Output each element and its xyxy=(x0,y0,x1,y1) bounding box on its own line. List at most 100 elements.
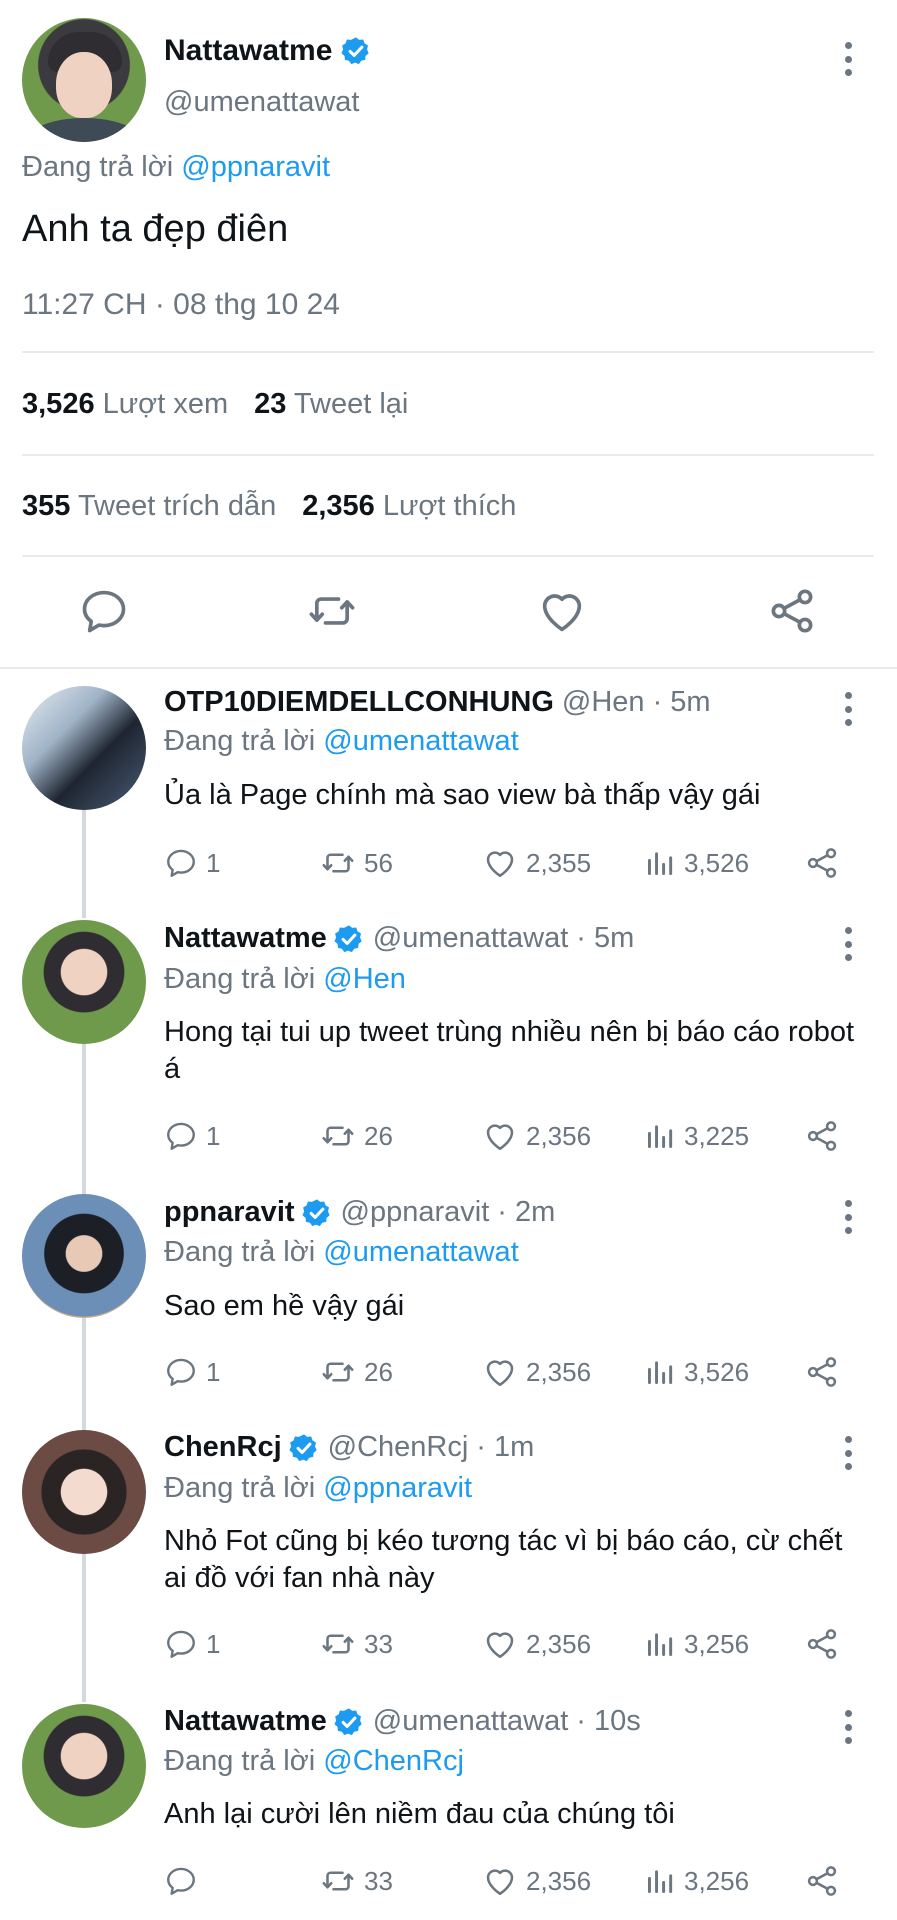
avatar[interactable] xyxy=(22,1194,146,1318)
retweet-button[interactable]: 33 xyxy=(320,1861,393,1901)
reply-button[interactable]: 1 xyxy=(164,1624,220,1664)
views-icon xyxy=(644,1865,676,1897)
reply-to-link[interactable]: @ChenRcj xyxy=(323,1745,464,1777)
retweet-icon xyxy=(320,1863,356,1899)
reply-prefix: Đang trả lời xyxy=(164,1472,316,1504)
reply-button[interactable]: 1 xyxy=(164,843,220,883)
reply-prefix: Đang trả lời xyxy=(22,151,174,183)
reply-prefix: Đang trả lời xyxy=(164,1236,316,1268)
retweet-button[interactable]: 26 xyxy=(320,1352,393,1392)
quotes-stat[interactable]: 355 Tweet trích dẫn xyxy=(22,490,276,522)
retweet-button[interactable]: 56 xyxy=(320,843,393,883)
like-icon xyxy=(482,1118,518,1154)
reply-icon xyxy=(164,1355,198,1389)
like-button[interactable]: 2,356 xyxy=(482,1116,591,1156)
views-icon xyxy=(644,1356,676,1388)
more-options-icon[interactable] xyxy=(842,1710,854,1744)
tweet-timestamp[interactable]: 11:27 CH · 08 thg 10 24 xyxy=(22,288,340,322)
reply-to-link[interactable]: @Hen xyxy=(323,963,406,995)
views-button[interactable]: 3,256 xyxy=(644,1624,749,1664)
stats-row-2: 355 Tweet trích dẫn 2,356 Lượt thích xyxy=(22,490,516,523)
views-icon xyxy=(644,1628,676,1660)
reply-icon[interactable] xyxy=(78,585,130,637)
author-handle[interactable]: @ChenRcj xyxy=(328,1431,469,1464)
like-icon xyxy=(482,1863,518,1899)
like-icon[interactable] xyxy=(536,585,588,637)
author-name[interactable]: Nattawatme xyxy=(164,922,327,955)
share-button[interactable] xyxy=(804,1116,840,1156)
reply-header: ChenRcj @ChenRcj · 1m xyxy=(164,1431,534,1464)
retweet-icon xyxy=(320,1626,356,1662)
like-icon xyxy=(482,1626,518,1662)
more-options-icon[interactable] xyxy=(842,692,854,726)
retweet-button[interactable]: 33 xyxy=(320,1624,393,1664)
share-icon[interactable] xyxy=(766,585,818,637)
views-button[interactable]: 3,526 xyxy=(644,843,749,883)
reply-header: OTP10DIEMDELLCONHUNG @Hen · 5m xyxy=(164,686,711,719)
like-button[interactable]: 2,355 xyxy=(482,843,591,883)
like-button[interactable]: 2,356 xyxy=(482,1624,591,1664)
like-count: 2,356 xyxy=(526,1120,592,1151)
view-count: 3,526 xyxy=(684,1356,750,1387)
more-options-icon[interactable] xyxy=(842,1200,854,1234)
views-button[interactable]: 3,526 xyxy=(644,1352,749,1392)
reply-action-bar: 1 26 2,356 3,526 xyxy=(164,1352,874,1392)
more-options-icon[interactable] xyxy=(842,42,854,76)
view-count: 3,256 xyxy=(684,1865,750,1896)
view-count: 3,256 xyxy=(684,1628,750,1659)
reply-header: Nattawatme @umenattawat · 5m xyxy=(164,922,634,955)
more-options-icon[interactable] xyxy=(842,927,854,961)
reply-to-link[interactable]: @umenattawat xyxy=(323,1236,518,1268)
author-handle[interactable]: @ppnaravit xyxy=(341,1196,490,1229)
replying-to: Đang trả lời @umenattawat xyxy=(164,725,519,758)
share-button[interactable] xyxy=(804,1352,840,1392)
more-options-icon[interactable] xyxy=(842,1436,854,1470)
author-name[interactable]: Nattawatme xyxy=(164,1705,327,1738)
share-button[interactable] xyxy=(804,1861,840,1901)
reply-button[interactable] xyxy=(164,1861,206,1901)
retweet-button[interactable]: 26 xyxy=(320,1116,393,1156)
main-tweet: Nattawatme @umenattawat Đang trả lời @pp… xyxy=(0,0,897,668)
reply-action-bar: 1 33 2,356 3,256 xyxy=(164,1624,874,1664)
avatar[interactable] xyxy=(22,18,146,142)
views-button[interactable]: 3,225 xyxy=(644,1116,749,1156)
reply-button[interactable]: 1 xyxy=(164,1116,220,1156)
avatar[interactable] xyxy=(22,920,146,1044)
reply-time: · 5m xyxy=(576,922,635,954)
retweet-icon[interactable] xyxy=(306,585,358,637)
share-button[interactable] xyxy=(804,843,840,883)
author-name[interactable]: OTP10DIEMDELLCONHUNG xyxy=(164,686,554,719)
retweet-icon xyxy=(320,1118,356,1154)
avatar[interactable] xyxy=(22,1430,146,1554)
views-button[interactable]: 3,256 xyxy=(644,1861,749,1901)
author-handle[interactable]: @Hen xyxy=(562,686,645,719)
reply-time: · 2m xyxy=(497,1196,556,1228)
reply-button[interactable]: 1 xyxy=(164,1352,220,1392)
retweet-icon xyxy=(320,845,356,881)
like-button[interactable]: 2,356 xyxy=(482,1352,591,1392)
views-stat[interactable]: 3,526 Lượt xem xyxy=(22,388,228,420)
reply-to-link[interactable]: @umenattawat xyxy=(323,725,518,757)
share-button[interactable] xyxy=(804,1624,840,1664)
share-icon xyxy=(804,1626,840,1662)
reply-to-link[interactable]: @ppnaravit xyxy=(181,151,330,183)
author-name[interactable]: ChenRcj xyxy=(164,1431,282,1464)
like-icon xyxy=(482,1354,518,1390)
author-handle[interactable]: @umenattawat xyxy=(164,86,359,119)
retweets-stat[interactable]: 23 Tweet lại xyxy=(254,388,408,420)
like-button[interactable]: 2,356 xyxy=(482,1861,591,1901)
author-name[interactable]: ppnaravit xyxy=(164,1196,295,1229)
avatar[interactable] xyxy=(22,1704,146,1828)
author-handle[interactable]: @umenattawat xyxy=(373,1705,568,1738)
author-handle[interactable]: @umenattawat xyxy=(373,922,568,955)
reply-time: · 5m xyxy=(652,686,711,718)
avatar[interactable] xyxy=(22,686,146,810)
reply-text: Hong tại tui up tweet trùng nhiều nên bị… xyxy=(164,1016,855,1085)
author-name-row[interactable]: Nattawatme xyxy=(164,34,372,68)
reply-icon xyxy=(164,846,198,880)
avatar-shirt xyxy=(30,118,138,142)
reply-header: Nattawatme @umenattawat · 10s xyxy=(164,1705,641,1738)
likes-stat[interactable]: 2,356 Lượt thích xyxy=(302,490,516,522)
reply-to-link[interactable]: @ppnaravit xyxy=(323,1472,472,1504)
author-name[interactable]: Nattawatme xyxy=(164,34,332,68)
